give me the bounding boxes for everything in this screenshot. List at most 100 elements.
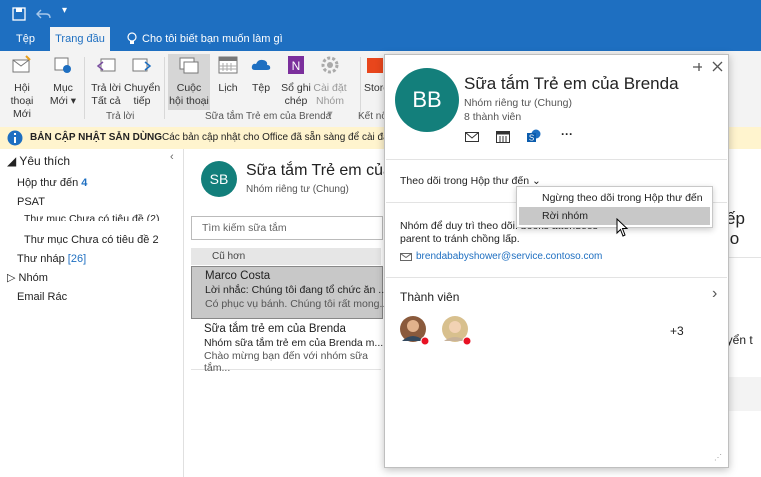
gear-icon <box>321 56 339 74</box>
more-options-icon[interactable]: ··· <box>561 127 573 141</box>
pin-icon[interactable] <box>691 61 703 73</box>
svg-text:N: N <box>292 59 301 73</box>
group-label-group: Sữa tắm Trẻ em của Brenda <box>205 111 332 122</box>
search-placeholder: Tìm kiếm sữa tắm <box>202 222 287 234</box>
calendar-button[interactable]: Lịch <box>213 54 243 95</box>
new-email-icon <box>12 55 31 73</box>
inbox-count: 4 <box>81 177 88 189</box>
divider <box>386 159 727 160</box>
calendar-icon[interactable] <box>496 130 510 143</box>
tab-home[interactable]: Trang đầu <box>50 27 110 51</box>
notebook-button[interactable]: N Sổ ghi chép <box>280 54 312 108</box>
group-card: BB Sữa tắm Trẻ em của Brenda Nhóm riêng … <box>384 54 729 468</box>
info-icon <box>7 130 23 146</box>
new-conversation-button[interactable]: Hội thoại Mới <box>2 54 42 121</box>
save-icon[interactable] <box>12 7 26 21</box>
card-subtitle: Nhóm riêng tư (Chung) <box>464 97 572 109</box>
email-icon <box>400 253 412 261</box>
message-subject: Lời nhắc: Chúng tôi đang tổ chức ăn ... <box>205 284 388 296</box>
new-items-icon <box>54 57 71 73</box>
group-title: Sữa tắm Trẻ em của <box>246 162 392 179</box>
sharepoint-icon[interactable]: S <box>527 129 541 143</box>
sort-label: Cũ hơn <box>212 251 246 262</box>
divider <box>726 257 761 258</box>
follow-menu: Ngừng theo dõi trong Hộp thư đến Rời nhó… <box>516 186 713 228</box>
ribbon-tabs: Tệp Trang đầu Cho tôi biết bạn muốn làm … <box>0 27 761 51</box>
folder-uncategorized-1[interactable]: Thư mục Chưa có tiêu đề (2) <box>24 213 159 221</box>
folder-drafts[interactable]: Thư nháp [26] <box>17 253 86 265</box>
group-avatar: SB <box>201 161 237 197</box>
favorites-label: Yêu thích <box>19 154 71 168</box>
files-button[interactable]: Tệp <box>246 54 276 95</box>
menu-item-label: Ngừng theo dõi trong Hộp thư đến <box>542 192 703 204</box>
message-preview: Chào mừng bạn đến với nhóm sữa tắm... <box>204 350 368 374</box>
message-preview: Có phục vụ bánh. Chúng tôi rất mong... <box>205 298 389 310</box>
member-avatar[interactable] <box>441 315 473 347</box>
folder-inbox[interactable]: Hộp thư đến 4 <box>17 177 87 189</box>
group-subtitle: Nhóm riêng tư (Chung) <box>246 184 349 195</box>
list-item[interactable]: Sữa tắm trẻ em của Brenda Nhóm sữa tắm t… <box>191 319 383 374</box>
drafts-label: Thư nháp <box>17 253 65 265</box>
menu-item-label: Rời nhóm <box>542 210 588 222</box>
message-sender: Sữa tắm trẻ em của Brenda <box>204 323 346 335</box>
cloud-icon <box>251 59 271 70</box>
inbox-label: Hộp thư đến <box>17 177 79 189</box>
forward-button[interactable]: Chuyển tiếp <box>124 54 160 108</box>
svg-text:S: S <box>529 134 534 143</box>
store-button[interactable]: Store <box>364 54 389 95</box>
forward-icon <box>132 58 152 72</box>
card-members-count: 8 thành viên <box>464 111 522 123</box>
resize-grip-icon[interactable]: ⋰ <box>714 453 722 462</box>
reading-pane-text: ếp lo <box>726 209 745 248</box>
separator <box>84 57 85 119</box>
collapse-pane-icon[interactable]: ‹ <box>170 151 174 163</box>
card-title: Sữa tắm Trẻ em của Brenda <box>464 74 679 93</box>
tell-me-box[interactable]: Cho tôi biết bạn muốn làm gì <box>142 27 283 51</box>
search-input[interactable]: Tìm kiếm sữa tắm <box>191 216 383 240</box>
group-label-reply: Trả lời <box>106 111 135 122</box>
card-avatar: BB <box>395 68 459 132</box>
qat-dropdown-icon[interactable]: ▾ <box>62 5 67 16</box>
email-icon[interactable] <box>465 132 479 142</box>
more-members-count[interactable]: +3 <box>670 324 684 338</box>
title-bar: ▾ <box>0 0 761 27</box>
folder-psat[interactable]: PSAT <box>17 196 45 208</box>
folder-pane: ◢ Yêu thích ‹ Hộp thư đến 4 PSAT Thư mục… <box>0 149 184 477</box>
undo-icon[interactable] <box>36 7 52 21</box>
separator <box>360 57 361 119</box>
conversations-icon <box>179 57 199 74</box>
divider <box>386 277 727 278</box>
chevron-right-icon[interactable]: › <box>712 285 717 303</box>
groups-label: Nhóm <box>18 272 48 284</box>
message-subject: Nhóm sữa tắm trẻ em của Brenda m... <box>204 337 384 349</box>
menu-item-stop-following[interactable]: Ngừng theo dõi trong Hộp thư đến <box>517 187 712 207</box>
members-header[interactable]: Thành viên <box>400 290 459 304</box>
message-sender: Marco Costa <box>205 270 271 282</box>
list-item[interactable]: Marco Costa Lời nhắc: Chúng tôi đang tổ … <box>191 266 388 319</box>
new-items-button[interactable]: Mục Mới ▾ <box>46 54 80 108</box>
onenote-icon: N <box>288 56 304 74</box>
info-text: Các bản cập nhật cho Office đã sẵn sàng … <box>162 132 406 143</box>
member-avatar[interactable] <box>399 315 431 347</box>
close-icon[interactable] <box>712 61 723 72</box>
menu-item-leave-group[interactable]: Rời nhóm <box>519 207 710 225</box>
info-title: BẢN CẬP NHẬT SẴN DÙNG <box>30 132 163 143</box>
lightbulb-icon <box>127 32 137 44</box>
store-icon <box>367 58 383 73</box>
folder-uncategorized-2[interactable]: Thư mục Chưa có tiêu đề 2 <box>24 234 159 246</box>
group-email-link[interactable]: brendababyshower@service.contoso.com <box>416 251 602 262</box>
folder-groups[interactable]: ▷ Nhóm <box>7 271 48 284</box>
separator <box>164 57 165 119</box>
tab-file[interactable]: Tệp <box>16 27 35 51</box>
drafts-count: [26] <box>67 253 87 265</box>
mouse-cursor-icon <box>616 218 629 237</box>
folder-junk[interactable]: Email Rác <box>17 291 67 303</box>
reply-all-icon <box>96 58 116 72</box>
sort-header[interactable]: Cũ hơn <box>191 248 381 265</box>
calendar-icon <box>218 56 238 74</box>
reply-all-button[interactable]: Trả lời Tất cả <box>88 54 124 108</box>
message-list-pane: SB Sữa tắm Trẻ em của Nhóm riêng tư (Chu… <box>184 149 392 477</box>
follow-label: Theo dõi trong Hộp thư đến <box>400 175 530 187</box>
conversations-button[interactable]: Cuộc hội thoại <box>168 54 210 110</box>
favorites-header[interactable]: ◢ Yêu thích <box>7 154 70 168</box>
